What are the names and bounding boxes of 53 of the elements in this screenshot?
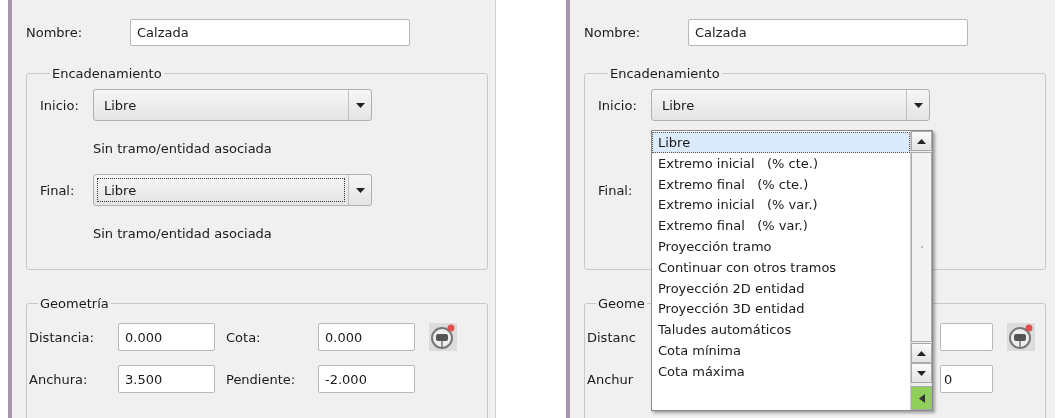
number-field[interactable]: -2.000	[318, 365, 415, 393]
dropdown-option[interactable]: Proyección 3D entidad	[652, 298, 910, 320]
dropdown-option[interactable]: Extremo inicial (% cte.)	[652, 152, 910, 174]
group-title: Geometría	[39, 296, 110, 311]
combo-label: Final:	[598, 182, 634, 198]
group-title: Geome	[597, 296, 646, 311]
up-triangle-icon	[917, 350, 926, 356]
scroll-left-button[interactable]	[911, 386, 932, 410]
dropdown-option[interactable]: Extremo final (% cte.)	[652, 173, 910, 195]
dropdown-option[interactable]: Extremo inicial (% var.)	[652, 194, 910, 216]
dropdown-option[interactable]: Taludes automáticos	[652, 319, 910, 340]
combo-label: Inicio:	[598, 97, 638, 113]
down-triangle-icon	[917, 370, 926, 376]
round-emblem-icon[interactable]	[1007, 323, 1035, 351]
caret-icon	[355, 187, 365, 193]
association-note: Sin tramo/entidad asociada	[93, 140, 273, 158]
scroll-up-button[interactable]	[911, 343, 932, 363]
dropdown-option[interactable]: Cota mínima	[652, 339, 910, 361]
caret-icon	[913, 102, 923, 108]
round-emblem-icon[interactable]	[429, 323, 457, 351]
dropdown[interactable]: Libre	[93, 174, 372, 206]
dropdown-option[interactable]: Libre	[652, 132, 910, 153]
scroll-up-button[interactable]	[911, 131, 932, 151]
combo-label: Inicio:	[40, 97, 80, 113]
number-field[interactable]: 0.000	[118, 323, 215, 351]
field-label: Anchura:	[29, 371, 89, 387]
name-field[interactable]: Calzada	[130, 19, 410, 46]
number-field[interactable]	[940, 323, 993, 351]
caret-icon	[355, 102, 365, 108]
field-label: Cota:	[226, 329, 262, 345]
dropdown-option[interactable]: Extremo final (% var.)	[652, 215, 910, 236]
dropdown[interactable]: Libre	[93, 89, 372, 121]
dropdown[interactable]: Libre	[651, 89, 930, 121]
group-title: Encadenamiento	[609, 66, 721, 81]
number-field[interactable]: 3.500	[118, 365, 215, 393]
name-label: Nombre:	[584, 25, 642, 40]
scroll-down-button[interactable]	[911, 363, 932, 383]
number-field[interactable]: 0.000	[318, 323, 415, 351]
name-label: Nombre:	[26, 25, 84, 40]
dropdown-option[interactable]: Continuar con otros tramos	[652, 256, 910, 278]
name-field[interactable]: Calzada	[688, 19, 968, 46]
dropdown-option[interactable]: Cota máxima	[652, 360, 910, 382]
field-label: Distancia:	[29, 329, 95, 345]
dropdown-option[interactable]: Proyección tramo	[652, 236, 910, 257]
association-note: Sin tramo/entidad asociada	[93, 225, 273, 243]
left-triangle-icon	[918, 393, 925, 403]
scrollbar-thumb[interactable]	[911, 152, 932, 342]
field-label: Pendiente:	[226, 371, 297, 387]
dropdown-option[interactable]: Proyección 2D entidad	[652, 277, 910, 299]
up-triangle-icon	[917, 138, 926, 144]
combo-label: Final:	[40, 182, 76, 198]
group-title: Encadenamiento	[51, 66, 163, 81]
number-field[interactable]: 0	[940, 365, 993, 393]
